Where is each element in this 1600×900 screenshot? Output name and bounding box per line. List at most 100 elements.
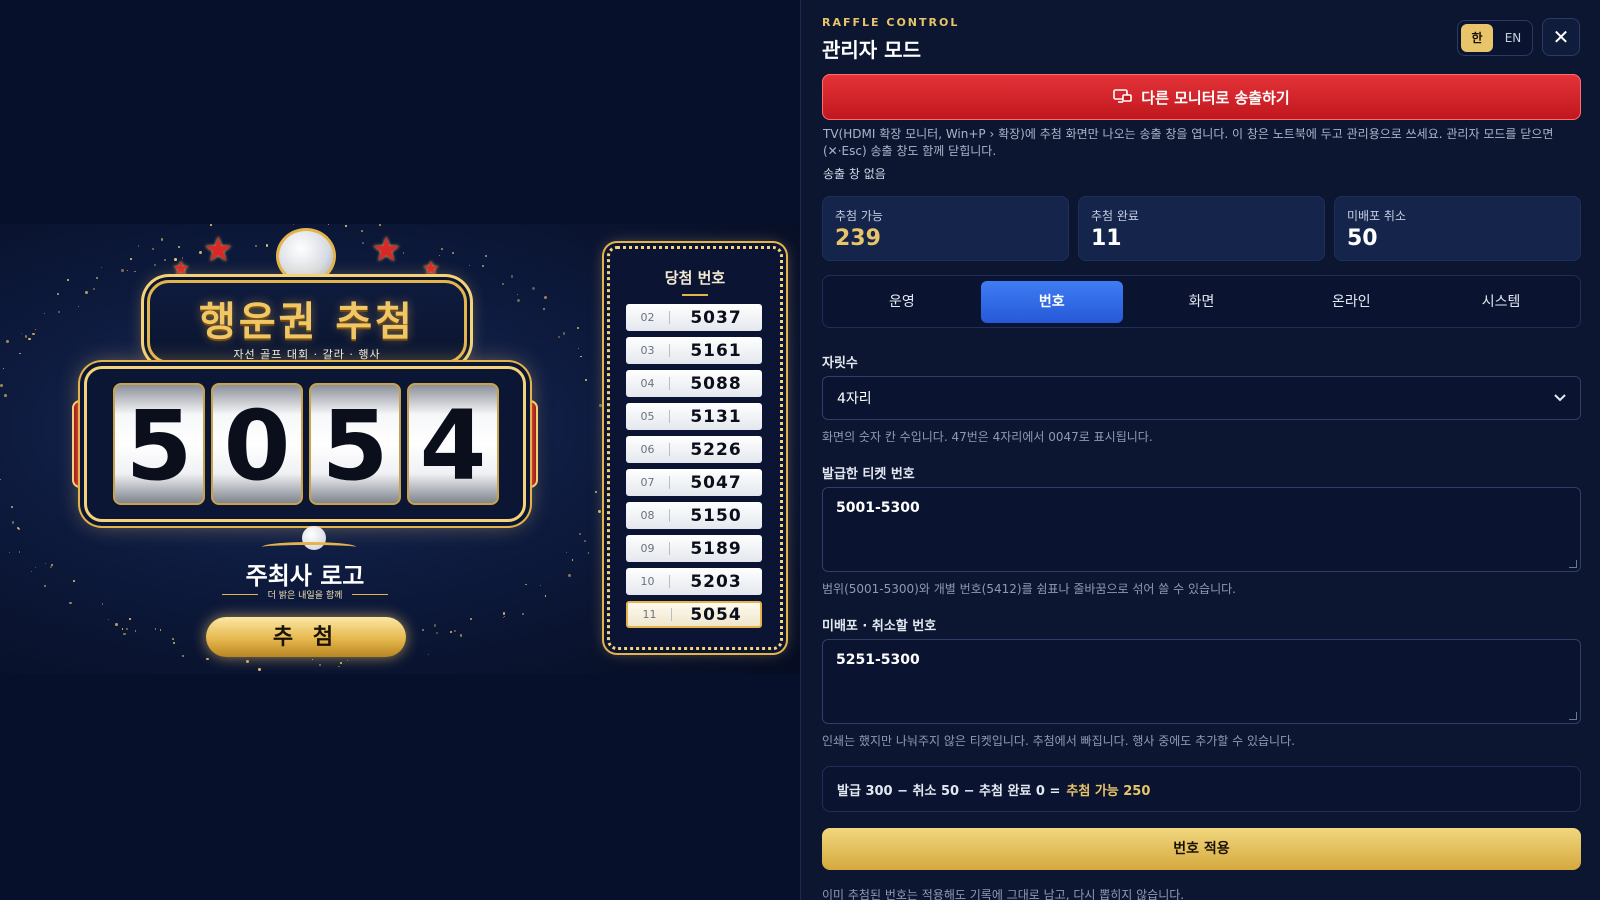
cancel-help: 인쇄는 했지만 나눠주지 않은 티켓입니다. 추첨에서 빠집니다. 행사 중에도… <box>822 734 1295 748</box>
sparkle <box>85 291 89 295</box>
sparkle <box>502 612 506 615</box>
cancel-numbers-value: 5251-5300 <box>836 652 920 668</box>
sparkle <box>254 244 258 248</box>
sparkle <box>92 288 95 290</box>
winner-row: 02 5037 <box>626 304 762 331</box>
winners-title: 당첨 번호 <box>664 269 726 287</box>
winner-number: 5131 <box>690 406 742 427</box>
resize-handle[interactable] <box>1569 712 1577 720</box>
sparkle <box>484 254 488 258</box>
stat-label: 추첨 완료 <box>1091 209 1139 223</box>
sparkle <box>543 308 545 311</box>
sparkle <box>361 241 364 245</box>
cancel-numbers-input[interactable]: 5251-5300 <box>822 639 1581 724</box>
sparkle <box>101 603 104 605</box>
winner-index: 11 <box>628 608 672 621</box>
sparkle <box>516 298 520 302</box>
tab-online[interactable]: 온라인 <box>1280 281 1422 323</box>
winner-index: 09 <box>626 542 670 555</box>
tab-bar: 운영 번호 화면 온라인 시스템 <box>822 275 1581 328</box>
sparkle <box>585 379 587 381</box>
sparkle <box>154 263 157 267</box>
sponsor-logo-text: 주최사 로고 <box>245 561 365 590</box>
sparkle <box>43 584 46 587</box>
sparkle <box>34 566 36 569</box>
issued-numbers-value: 5001-5300 <box>836 500 920 516</box>
sparkle <box>57 311 60 314</box>
star-icon: ★ <box>422 256 440 280</box>
stat-label: 미배포 취소 <box>1347 209 1407 223</box>
winner-row: 11 5054 <box>626 601 762 628</box>
digits-select[interactable]: 4자리 <box>822 376 1581 420</box>
sparkle <box>587 552 589 554</box>
lang-ko-button[interactable]: 한 <box>1461 24 1493 52</box>
stage-title: 행운권 추첨 <box>199 298 415 345</box>
sparkle <box>210 224 212 226</box>
sparkle <box>128 618 131 620</box>
sparkle <box>516 294 519 296</box>
lang-en-button[interactable]: EN <box>1497 24 1529 52</box>
digits-label: 자릿수 <box>822 356 858 371</box>
golf-ball-icon <box>276 228 336 284</box>
close-button[interactable]: ✕ <box>1542 18 1580 56</box>
drum-digit: 4 <box>407 383 499 505</box>
sparkle <box>312 659 314 661</box>
sparkle <box>28 337 31 341</box>
stat-available: 추첨 가능 239 <box>822 196 1069 261</box>
draw-button[interactable]: 추 첨 <box>206 617 406 657</box>
sparkle <box>531 286 535 290</box>
winner-number: 5047 <box>690 472 742 493</box>
sparkle <box>454 630 456 633</box>
winner-row: 07 5047 <box>626 469 762 496</box>
sparkle <box>95 276 98 279</box>
sparkle <box>57 293 59 295</box>
apply-numbers-button[interactable]: 번호 적용 <box>822 828 1581 870</box>
sparkle <box>30 571 32 573</box>
sparkle <box>265 244 269 247</box>
sparkle <box>598 510 602 514</box>
monitor-cast-icon <box>1113 89 1133 103</box>
sparkle <box>360 229 363 232</box>
panel-eyebrow: RAFFLE CONTROL <box>822 16 960 29</box>
sparkle <box>568 573 572 577</box>
close-icon: ✕ <box>1552 25 1570 49</box>
sparkle <box>134 630 137 632</box>
chevron-down-icon <box>1554 394 1566 402</box>
tab-system[interactable]: 시스템 <box>1430 281 1572 323</box>
winners-list: 02 5037 03 5161 04 5088 05 5131 06 5226 07 5047 08 51… <box>610 304 780 628</box>
sparkle <box>449 631 452 634</box>
sparkle <box>199 251 203 254</box>
sparkle <box>152 247 154 250</box>
summary-result: 추첨 가능 250 <box>1066 783 1151 799</box>
sparkle <box>126 627 129 630</box>
winner-index: 04 <box>626 377 670 390</box>
winner-index: 02 <box>626 311 670 324</box>
sparkle <box>182 654 185 657</box>
resize-handle[interactable] <box>1569 560 1577 568</box>
star-icon: ★ <box>203 230 234 270</box>
sparkle <box>525 583 527 586</box>
sparkle <box>599 403 603 407</box>
language-switch: 한 EN <box>1457 20 1533 56</box>
sparkle <box>246 660 250 664</box>
winner-number: 5203 <box>690 571 742 592</box>
admin-panel: RAFFLE CONTROL 관리자 모드 한 EN ✕ 다른 모니터로 송출하… <box>800 0 1600 900</box>
tab-numbers[interactable]: 번호 <box>980 280 1123 323</box>
sparkle <box>451 252 454 255</box>
sparkle <box>19 352 21 355</box>
sparkle <box>565 551 568 554</box>
tab-screen[interactable]: 화면 <box>1131 281 1273 323</box>
sparkle <box>134 270 136 273</box>
sparkle <box>521 612 525 615</box>
star-icon: ★ <box>371 230 402 270</box>
winner-index: 05 <box>626 410 670 423</box>
issued-numbers-input[interactable]: 5001-5300 <box>822 487 1581 572</box>
sparkle <box>580 355 582 358</box>
winner-number: 5054 <box>690 604 742 625</box>
sparkle <box>481 265 484 268</box>
broadcast-button[interactable]: 다른 모니터로 송출하기 <box>822 74 1581 120</box>
star-icon: ★ <box>172 256 190 280</box>
sparkle <box>543 296 547 299</box>
tab-operation[interactable]: 운영 <box>831 281 973 323</box>
winner-row: 08 5150 <box>626 502 762 529</box>
